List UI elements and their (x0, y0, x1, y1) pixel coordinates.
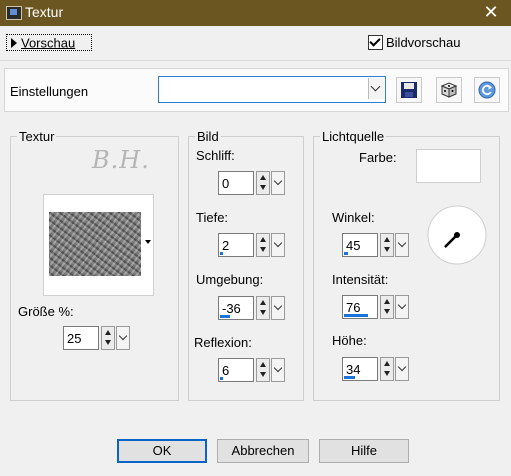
presets-dropdown-icon[interactable] (368, 78, 384, 99)
randomize-button[interactable] (436, 77, 462, 103)
ambience-level-bar (220, 315, 230, 318)
height-dropdown-icon[interactable] (395, 357, 409, 381)
image-group-legend: Bild (197, 129, 219, 144)
height-spinbox[interactable]: 34 (342, 357, 409, 381)
ambience-field[interactable]: -36 (218, 296, 254, 320)
angle-level-bar (344, 252, 348, 255)
angle-value: 45 (346, 238, 361, 253)
close-icon[interactable]: ✕ (480, 2, 502, 22)
bevel-stepper[interactable] (256, 171, 270, 195)
depth-value: 2 (222, 238, 230, 253)
reset-icon (478, 81, 496, 99)
reflection-field[interactable]: 6 (218, 358, 254, 382)
preview-label: Vorschau (21, 35, 76, 51)
bevel-value: 0 (222, 176, 230, 191)
texture-swatch (49, 212, 141, 276)
height-value: 34 (346, 362, 361, 377)
light-field-label-1: Intensität: (332, 272, 389, 287)
save-preset-button[interactable] (396, 77, 422, 103)
settings-label: Einstellungen (10, 84, 89, 99)
save-preset-icon (401, 82, 417, 98)
size-label: Größe %: (18, 304, 74, 319)
depth-spinbox[interactable]: 2 (218, 233, 285, 257)
angle-dropdown-icon[interactable] (395, 233, 409, 257)
bevel-spinbox[interactable]: 0 (218, 171, 285, 195)
light-field-label-0: Winkel: (332, 210, 375, 225)
texture-group-legend: Textur (19, 129, 55, 144)
angle-dial[interactable] (427, 205, 487, 265)
light-field-label-2: Höhe: (332, 333, 367, 348)
height-field[interactable]: 34 (342, 357, 378, 381)
ambience-dropdown-icon[interactable] (271, 296, 285, 320)
ambience-stepper[interactable] (256, 296, 270, 320)
size-field[interactable]: 25 (63, 326, 99, 350)
reflection-level-bar (220, 377, 223, 380)
light-color-swatch[interactable] (416, 149, 481, 183)
presets-combo[interactable] (158, 76, 386, 103)
size-spinbox[interactable]: 25 (63, 326, 130, 350)
cancel-button[interactable]: Abbrechen (217, 439, 309, 463)
reflection-spinbox[interactable]: 6 (218, 358, 285, 382)
ambience-spinbox[interactable]: -36 (218, 296, 285, 320)
size-value: 25 (67, 331, 82, 346)
reflection-value: 6 (222, 363, 230, 378)
title-bar (0, 0, 511, 26)
intensity-spinbox[interactable]: 76 (342, 295, 409, 319)
depth-field[interactable]: 2 (218, 233, 254, 257)
bevel-field[interactable]: 0 (218, 171, 254, 195)
depth-dropdown-icon[interactable] (271, 233, 285, 257)
bevel-dropdown-icon[interactable] (271, 171, 285, 195)
intensity-stepper[interactable] (380, 295, 394, 319)
window-title: Textur (25, 4, 64, 20)
field-label-2: Umgebung: (196, 272, 264, 287)
angle-spinbox[interactable]: 45 (342, 233, 409, 257)
texture-dropdown-icon[interactable] (145, 240, 151, 244)
depth-level-bar (220, 252, 223, 255)
size-dropdown-icon[interactable] (116, 326, 130, 350)
reset-button[interactable] (474, 77, 500, 103)
field-label-3: Reflexion: (194, 335, 252, 350)
light-source-legend: Lichtquelle (322, 129, 385, 144)
angle-hub (454, 232, 460, 238)
height-level-bar (344, 376, 355, 379)
intensity-dropdown-icon[interactable] (395, 295, 409, 319)
image-preview-checkbox[interactable] (368, 35, 383, 50)
height-stepper[interactable] (380, 357, 394, 381)
randomize-dice-icon (440, 82, 458, 98)
help-button[interactable]: Hilfe (319, 439, 409, 463)
intensity-field[interactable]: 76 (342, 295, 378, 319)
angle-field[interactable]: 45 (342, 233, 378, 257)
field-label-1: Tiefe: (196, 210, 229, 225)
author-signature: B.H. (92, 146, 150, 174)
ok-button[interactable]: OK (117, 439, 207, 463)
ambience-value: -36 (222, 301, 241, 316)
reflection-stepper[interactable] (256, 358, 270, 382)
image-preview-label: Bildvorschau (386, 35, 461, 50)
depth-stepper[interactable] (256, 233, 270, 257)
angle-stepper[interactable] (380, 233, 394, 257)
color-label: Farbe: (359, 150, 397, 165)
field-label-0: Schliff: (196, 148, 235, 163)
preview-toggle-button[interactable]: Vorschau (6, 34, 92, 51)
triangle-right-icon (11, 37, 17, 48)
reflection-dropdown-icon[interactable] (271, 358, 285, 382)
intensity-level-bar (344, 314, 368, 317)
intensity-value: 76 (346, 300, 361, 315)
size-stepper[interactable] (101, 326, 115, 350)
dialog-app-icon (6, 6, 22, 20)
separator (0, 60, 511, 61)
